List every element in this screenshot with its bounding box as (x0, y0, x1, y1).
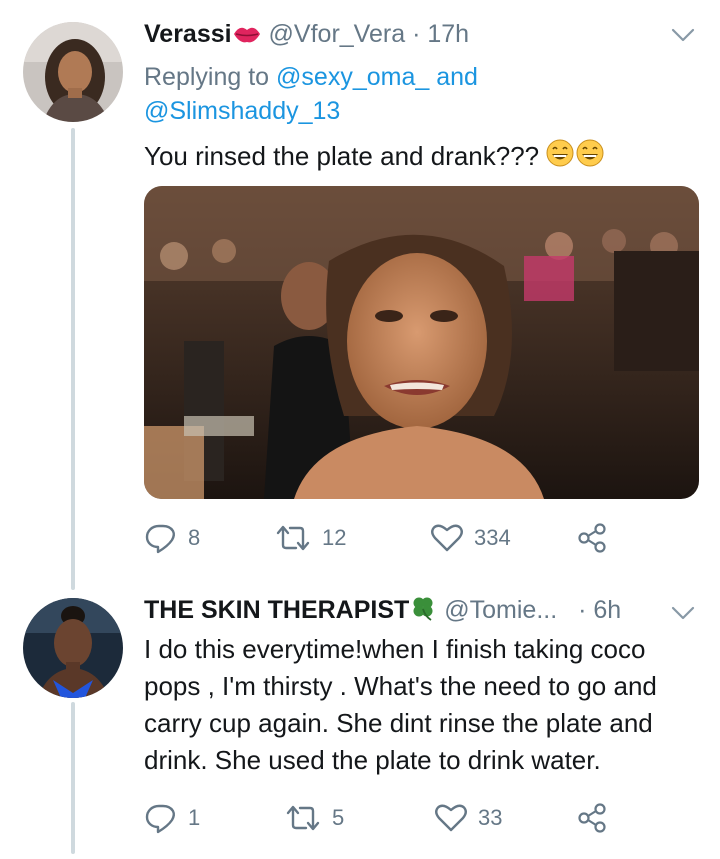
tweet-text: You rinsed the plate and drank??? (144, 138, 704, 178)
chevron-down-icon[interactable] (670, 604, 696, 627)
mention-and[interactable]: and (436, 63, 478, 91)
share-button[interactable] (576, 798, 610, 838)
avatar[interactable] (23, 598, 123, 698)
tweet-text: I do this everytime!when I finish taking… (144, 634, 657, 775)
like-count: 33 (478, 805, 503, 830)
timestamp[interactable]: 6h (593, 596, 621, 624)
replying-to-label: Replying to (144, 63, 270, 91)
share-icon (576, 801, 610, 835)
retweet-icon (274, 523, 312, 553)
share-icon (576, 521, 610, 555)
tweet-image[interactable] (144, 186, 699, 499)
retweet-icon (284, 803, 322, 833)
retweet-count: 12 (322, 525, 347, 550)
heart-icon (434, 803, 468, 833)
separator-dot: · (578, 596, 587, 624)
user-handle[interactable]: @Tomie... (444, 596, 557, 624)
chevron-down-icon[interactable] (670, 26, 696, 49)
heart-icon (430, 523, 464, 553)
reply-count: 1 (188, 805, 201, 830)
replying-to: Replying to @sexy_oma_ and @Slimshaddy_1… (144, 60, 684, 128)
tweet-header: Verassi @Vfor_Vera · 17h (144, 18, 469, 53)
reply-icon (144, 522, 178, 554)
reply-button[interactable]: 1 (144, 798, 200, 838)
tweet-skin-therapist[interactable]: THE SKIN THERAPIST @Tomie... · 6h I do t… (0, 590, 720, 859)
reply-count: 8 (188, 525, 201, 550)
reply-icon (144, 802, 178, 834)
retweet-button[interactable]: 12 (274, 518, 346, 558)
lips-emoji (232, 21, 262, 53)
display-name[interactable]: Verassi (144, 20, 232, 48)
mention-link[interactable]: @Slimshaddy_13 (144, 97, 340, 125)
share-button[interactable] (576, 518, 610, 558)
four-leaf-clover-emoji (409, 595, 437, 629)
tweet-header: THE SKIN THERAPIST @Tomie... · 6h (144, 594, 621, 629)
grinning-sweat-emoji (546, 138, 606, 178)
tweet-text-content: You rinsed the plate and drank??? (144, 141, 540, 171)
tweet-verassi[interactable]: Verassi @Vfor_Vera · 17h Replying to @se… (0, 0, 720, 590)
like-count: 334 (474, 525, 511, 550)
like-button[interactable]: 33 (434, 798, 502, 838)
reply-button[interactable]: 8 (144, 518, 200, 558)
avatar[interactable] (23, 22, 123, 122)
retweet-count: 5 (332, 805, 345, 830)
mention-link[interactable]: @sexy_oma_ (276, 63, 429, 91)
timestamp[interactable]: 17h (427, 20, 469, 48)
like-button[interactable]: 334 (430, 518, 511, 558)
user-handle[interactable]: @Vfor_Vera (269, 20, 406, 48)
separator-dot: · (412, 20, 421, 48)
display-name[interactable]: THE SKIN THERAPIST (144, 596, 409, 624)
tweet-actions: 1 5 33 (144, 798, 699, 838)
tweet-actions: 8 12 334 (144, 518, 699, 558)
retweet-button[interactable]: 5 (284, 798, 344, 838)
